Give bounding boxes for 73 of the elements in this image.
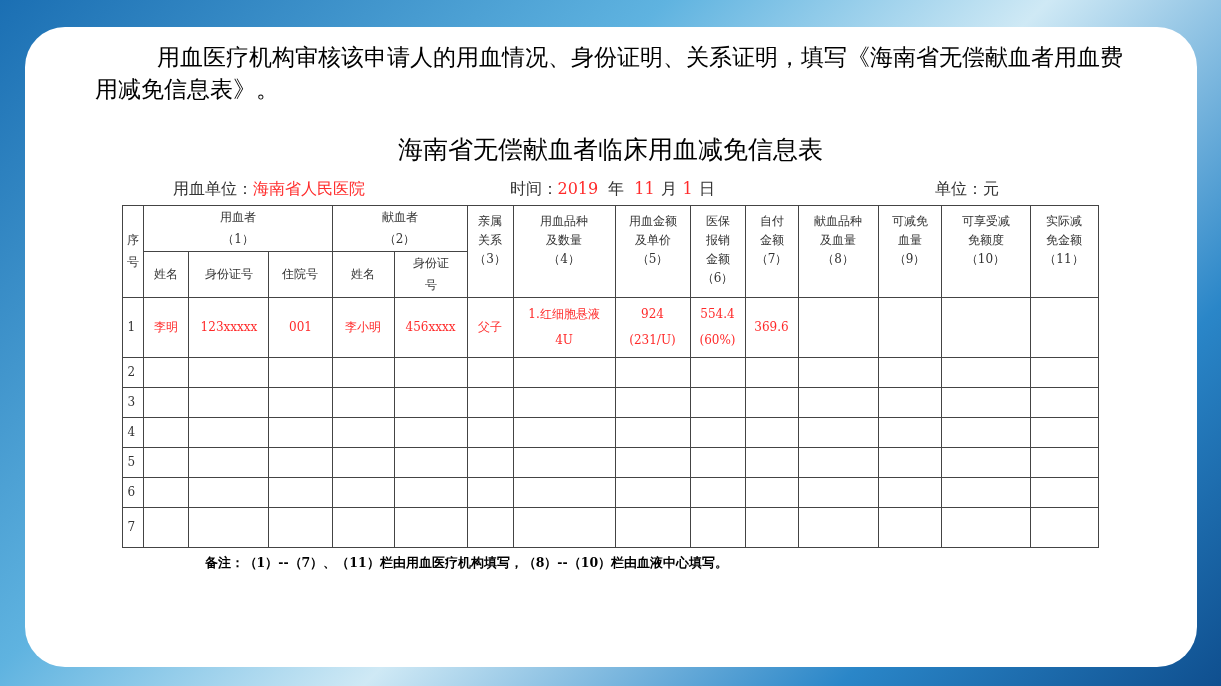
table-cell-text: 父子 [478,319,502,336]
column-header: 献血者 [381,209,418,226]
month-value: 11 [634,177,655,200]
column-header: 姓名 [351,266,375,283]
row-number: 5 [127,455,136,469]
column-header: 身份证号 [205,266,253,283]
column-header: 免金额 [1046,231,1082,249]
column-header: 医保 [705,212,730,230]
table-cell-text: (60%) [699,332,736,349]
column-header: 用血金额 [628,212,677,230]
table-cell-text: 456xxxx [405,319,456,336]
column-header: （7） [755,250,788,268]
table-cell-text: 924 [641,306,664,323]
column-header: 用血者 [220,209,256,226]
column-header: 用血品种 [540,212,588,230]
column-header: 姓名 [154,266,179,283]
column-header: 可享受减 [961,212,1010,230]
column-header: 免额度 [967,231,1004,249]
column-header: 报销 [705,231,730,249]
table-cell-text: 1.红细胞悬液 [528,306,600,323]
column-header: 及单价 [634,231,671,249]
time-label: 时间： [509,177,558,200]
column-header: 可减免 [891,212,928,230]
currency-unit: 单位：元 [934,177,999,200]
column-header: （4） [548,250,580,268]
column-header: 亲属 [478,212,502,230]
column-header: 关系 [478,231,502,249]
column-header: （5） [636,250,669,268]
footnote: 备注：（1）--（7）、（11）栏由用血医疗机构填写，（8）--（10）栏由血液中心填写。 [204,553,729,572]
column-header: 号 [127,254,140,271]
column-header: 金额 [705,250,730,268]
column-header: （2） [383,231,416,248]
column-header: （9） [893,250,926,268]
unit-label: 用血单位： [172,177,253,200]
month-label: 月 [660,177,677,200]
form-title: 海南省无偿献血者临床用血减免信息表 [398,134,823,166]
column-header: 金额 [759,231,784,249]
row-number: 4 [127,425,136,439]
column-header: （3） [474,250,506,268]
column-header: 号 [424,277,437,294]
column-header: 及血量 [820,231,856,249]
column-header: 身份证 [412,255,449,272]
day-label: 日 [698,177,715,200]
column-header: 自付 [759,212,784,230]
table-cell-text: 123xxxxx [200,319,258,336]
column-header: （1） [222,231,254,248]
column-header: 实际减 [1046,212,1082,230]
unit-value: 海南省人民医院 [252,177,365,200]
row-number: 7 [127,520,136,534]
row-number: 1 [127,320,136,334]
row-number: 2 [127,365,136,379]
column-header: 献血品种 [814,212,862,230]
table-cell-text: 4U [555,332,573,349]
table-cell-text: 李明 [154,319,179,336]
row-number: 3 [127,395,136,409]
table-cell-text: 001 [289,319,312,336]
column-header: （10） [965,250,1006,268]
column-header: 序 [127,232,140,249]
day-value: 1 [682,177,693,200]
table-cell-text: 李小明 [345,319,381,336]
year-value: 2019 [557,177,599,200]
table-cell-text: 554.4 [700,306,735,323]
column-header: （6） [701,269,734,287]
year-label: 年 [608,177,625,200]
row-number: 6 [127,485,136,499]
table-cell-text: (231/U) [629,332,676,349]
table-cell-text: 369.6 [754,319,789,336]
column-header: 血量 [897,231,922,249]
column-header: 及数量 [546,231,582,249]
column-header: 住院号 [282,266,319,283]
intro-paragraph: 用血医疗机构审核该申请人的用血情况、身份证明、关系证明，填写《海南省无偿献血者用血费用减免信息表》。 [94,43,1124,104]
column-header: （11） [1044,250,1084,268]
column-header: （8） [822,250,854,268]
